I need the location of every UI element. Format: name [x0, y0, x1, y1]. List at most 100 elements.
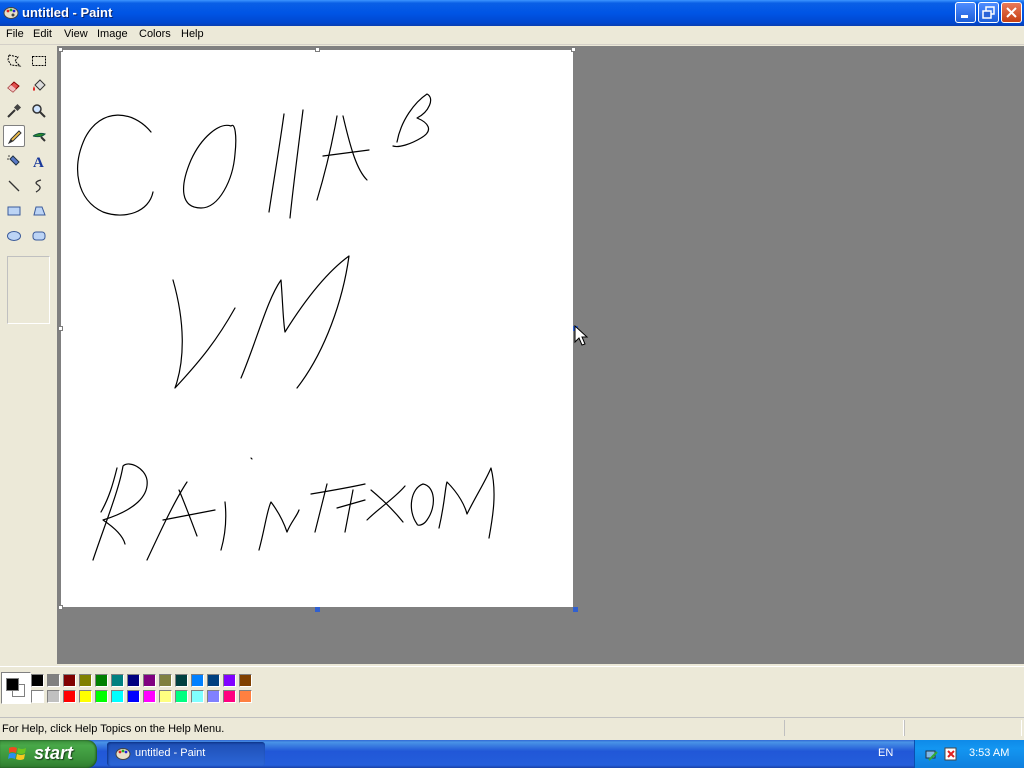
canvas-drawing [77, 93, 495, 561]
palette-swatch[interactable] [159, 674, 172, 687]
palette-swatch[interactable] [47, 674, 60, 687]
menu-edit[interactable]: Edit [33, 28, 52, 40]
brush-tool[interactable] [28, 125, 50, 147]
palette-swatch[interactable] [143, 690, 156, 703]
system-tray: 3:53 AM [914, 740, 1024, 768]
paint-app-icon [115, 748, 131, 760]
status-help-text: For Help, click Help Topics on the Help … [2, 723, 225, 735]
start-button[interactable]: start [0, 740, 97, 768]
palette-swatch[interactable] [31, 674, 44, 687]
menu-bar: File Edit View Image Colors Help [0, 26, 1024, 45]
paint-app-icon [3, 7, 19, 19]
palette-swatch[interactable] [79, 690, 92, 703]
select-tool[interactable] [28, 50, 50, 72]
palette-swatch[interactable] [95, 690, 108, 703]
eraser-tool[interactable] [3, 75, 25, 97]
palette-swatch[interactable] [143, 674, 156, 687]
resize-handle [58, 326, 63, 331]
free-form-select-tool[interactable] [3, 50, 25, 72]
rectangle-tool[interactable] [3, 200, 25, 222]
menu-image[interactable]: Image [97, 28, 128, 40]
window-title: untitled - Paint [22, 5, 113, 20]
palette-swatch[interactable] [175, 690, 188, 703]
line-tool[interactable] [3, 175, 25, 197]
rounded-rectangle-tool[interactable] [28, 225, 50, 247]
menu-colors[interactable]: Colors [139, 28, 171, 40]
close-button[interactable] [1001, 2, 1022, 23]
palette-swatch[interactable] [79, 674, 92, 687]
color-box [0, 666, 1024, 717]
resize-handle [315, 47, 320, 52]
palette-swatch[interactable] [63, 674, 76, 687]
mouse-pointer-icon [574, 325, 589, 346]
line-icon [8, 180, 20, 192]
curve-tool[interactable] [28, 175, 50, 197]
svg-text:A: A [33, 155, 44, 169]
minimize-icon [961, 15, 968, 18]
palette-swatch[interactable] [127, 690, 140, 703]
airbrush-icon [7, 155, 20, 166]
palette-swatch[interactable] [47, 690, 60, 703]
restore-icon [982, 6, 995, 19]
palette-swatch[interactable] [207, 674, 220, 687]
taskbar: start untitled - Paint EN 3:53 AM [0, 740, 1024, 768]
palette-swatch[interactable] [31, 690, 44, 703]
pick-color-tool[interactable] [3, 100, 25, 122]
palette-swatch[interactable] [223, 674, 236, 687]
resize-handle[interactable] [573, 607, 578, 612]
curve-icon [35, 179, 42, 193]
free-form-select-icon [7, 54, 22, 67]
magnifier-tool[interactable] [28, 100, 50, 122]
status-pane-position [784, 720, 904, 736]
palette-swatch[interactable] [191, 674, 204, 687]
palette-swatch[interactable] [207, 690, 220, 703]
resize-handle [58, 47, 63, 52]
palette-swatch[interactable] [239, 690, 252, 703]
text-a-icon: A [33, 155, 44, 169]
pencil-icon [7, 130, 22, 145]
title-bar[interactable]: untitled - Paint [0, 0, 1024, 26]
ellipse-icon [7, 231, 21, 241]
tool-box: A [0, 46, 56, 666]
current-colors[interactable] [1, 672, 31, 704]
palette-swatch[interactable] [191, 690, 204, 703]
foreground-color-swatch [6, 678, 19, 691]
text-tool[interactable]: A [28, 150, 50, 172]
airbrush-tool[interactable] [3, 150, 25, 172]
security-alert-icon[interactable] [943, 746, 959, 762]
close-icon [1006, 7, 1017, 18]
network-icon[interactable] [925, 746, 941, 762]
fill-with-color-tool[interactable] [28, 75, 50, 97]
rounded-rectangle-icon [32, 231, 46, 241]
menu-help[interactable]: Help [181, 28, 204, 40]
palette-swatch[interactable] [127, 674, 140, 687]
windows-logo-icon [8, 747, 26, 760]
palette-swatch[interactable] [223, 690, 236, 703]
palette-swatch[interactable] [63, 690, 76, 703]
polygon-tool[interactable] [28, 200, 50, 222]
restore-button[interactable] [978, 2, 999, 23]
palette-swatch[interactable] [111, 690, 124, 703]
drawing-canvas[interactable] [61, 50, 573, 607]
pencil-tool[interactable] [3, 125, 25, 147]
palette-swatch[interactable] [111, 674, 124, 687]
menu-file[interactable]: File [6, 28, 24, 40]
status-pane-size [904, 720, 1022, 736]
workspace [57, 46, 1024, 664]
polygon-icon [33, 206, 46, 216]
menu-view[interactable]: View [64, 28, 88, 40]
eyedropper-icon [7, 103, 22, 118]
palette-swatch[interactable] [175, 674, 188, 687]
tool-options-box[interactable] [7, 256, 50, 324]
palette-swatch[interactable] [159, 690, 172, 703]
minimize-button[interactable] [955, 2, 976, 23]
ellipse-tool[interactable] [3, 225, 25, 247]
palette-swatch[interactable] [239, 674, 252, 687]
language-indicator[interactable]: EN [878, 747, 893, 759]
taskbar-item-paint[interactable]: untitled - Paint [107, 742, 265, 766]
resize-handle[interactable] [315, 607, 320, 612]
paint-bucket-icon [33, 79, 46, 91]
palette-swatch[interactable] [95, 674, 108, 687]
eraser-icon [7, 81, 20, 93]
clock[interactable]: 3:53 AM [969, 747, 1009, 759]
